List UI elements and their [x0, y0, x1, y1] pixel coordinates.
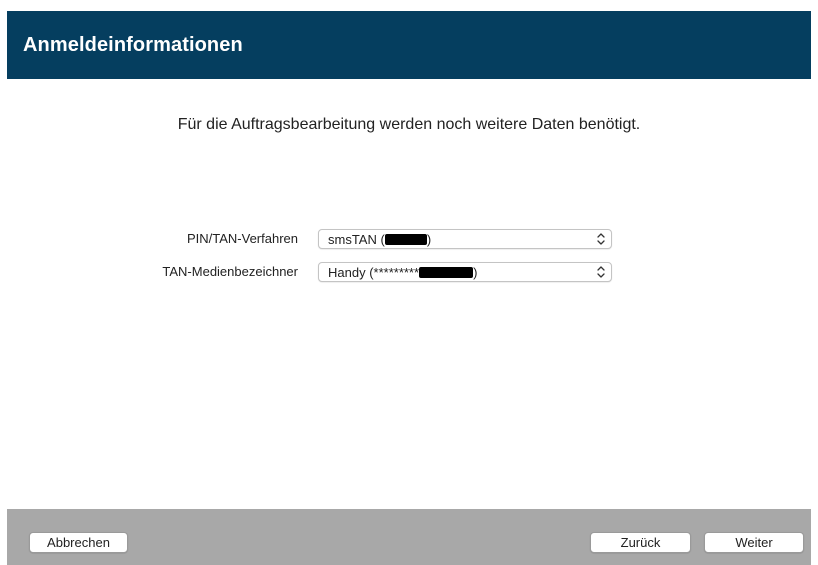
- chevron-up-down-icon: [597, 266, 605, 278]
- redacted-block: [419, 267, 474, 278]
- title-bar: Anmeldeinformationen: [7, 11, 811, 79]
- cancel-button[interactable]: Abbrechen: [29, 532, 128, 553]
- back-button[interactable]: Zurück: [590, 532, 691, 553]
- redacted-block: [384, 234, 427, 245]
- page-title: Anmeldeinformationen: [23, 33, 243, 56]
- tan-medium-label: TAN-Medienbezeichner: [162, 264, 298, 279]
- pin-tan-select[interactable]: smsTAN ( ): [318, 229, 612, 249]
- chevron-up-down-icon: [597, 233, 605, 245]
- button-bar: Abbrechen Zurück Weiter: [7, 509, 811, 565]
- intro-text: Für die Auftragsbearbeitung werden noch …: [177, 116, 641, 133]
- tan-medium-value-prefix: Handy (*********: [328, 265, 420, 280]
- tan-medium-select[interactable]: Handy (********* ): [318, 262, 612, 282]
- tan-medium-value: Handy (********* ): [328, 265, 477, 280]
- tan-medium-value-suffix: ): [473, 265, 478, 280]
- pin-tan-label: PIN/TAN-Verfahren: [186, 231, 298, 246]
- pin-tan-value-prefix: smsTAN (: [328, 232, 385, 247]
- next-button[interactable]: Weiter: [704, 532, 804, 553]
- pin-tan-value: smsTAN ( ): [328, 232, 431, 247]
- pin-tan-value-suffix: ): [426, 232, 432, 247]
